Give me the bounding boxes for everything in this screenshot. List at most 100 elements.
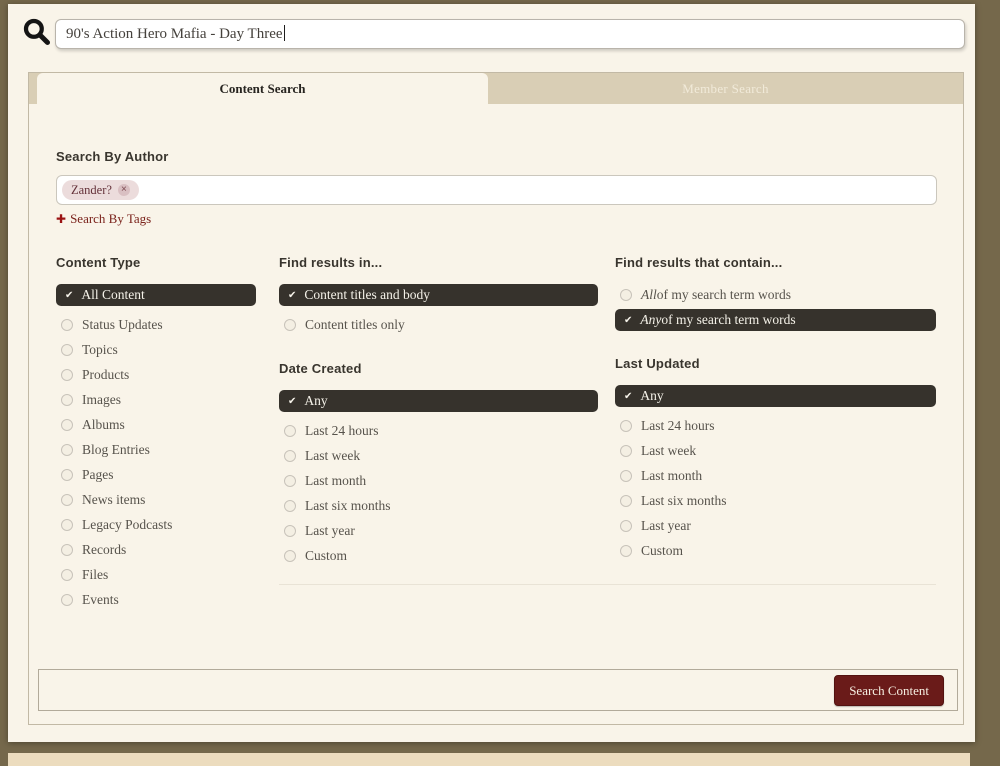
filter-option[interactable]: ✔Images bbox=[56, 389, 256, 411]
search-by-author-label: Search By Author bbox=[56, 149, 936, 164]
filter-option[interactable]: ✔Any of my search term words bbox=[615, 309, 936, 331]
author-input[interactable]: Zander? × bbox=[56, 175, 937, 205]
radio-icon bbox=[620, 520, 632, 532]
radio-icon bbox=[284, 319, 296, 331]
radio-icon bbox=[284, 450, 296, 462]
filter-option[interactable]: ✔Last year bbox=[615, 515, 936, 537]
contain-options: ✔All of my search term words ✔Any of my s… bbox=[615, 284, 936, 331]
filter-option[interactable]: ✔Albums bbox=[56, 414, 256, 436]
filter-group-date-created: Date Created ✔Any ✔Last 24 hours ✔Last wee… bbox=[279, 360, 598, 567]
search-icon bbox=[22, 17, 52, 47]
right-column: Find results that contain... ✔All of my … bbox=[615, 254, 936, 570]
filter-option[interactable]: ✔Last six months bbox=[279, 495, 598, 517]
section-divider bbox=[279, 584, 936, 585]
filter-option[interactable]: ✔Last month bbox=[615, 465, 936, 487]
tab-bar: Content Search Member Search bbox=[29, 73, 963, 104]
form-footer: Search Content bbox=[38, 669, 958, 711]
date-created-label: Date Created bbox=[279, 361, 362, 376]
author-tag[interactable]: Zander? × bbox=[62, 180, 139, 200]
search-input[interactable]: 90's Action Hero Mafia - Day Three bbox=[55, 19, 965, 49]
radio-icon bbox=[61, 419, 73, 431]
radio-icon bbox=[61, 444, 73, 456]
radio-icon bbox=[61, 369, 73, 381]
search-by-tags-link[interactable]: ✚ Search By Tags bbox=[56, 211, 936, 227]
check-icon: ✔ bbox=[624, 391, 632, 402]
check-icon: ✔ bbox=[624, 315, 632, 326]
radio-icon bbox=[620, 289, 632, 301]
filter-option[interactable]: ✔Last week bbox=[279, 445, 598, 467]
radio-icon bbox=[61, 469, 73, 481]
text-caret bbox=[284, 25, 285, 41]
filter-group-content-type: Content Type ✔All Content ✔Status Updates… bbox=[56, 254, 256, 614]
radio-icon bbox=[620, 420, 632, 432]
radio-icon bbox=[620, 470, 632, 482]
filter-option[interactable]: ✔Last week bbox=[615, 440, 936, 462]
check-icon: ✔ bbox=[65, 290, 73, 301]
filter-option[interactable]: ✔Any bbox=[279, 390, 598, 412]
filter-option[interactable]: ✔Status Updates bbox=[56, 314, 256, 336]
search-overlay: 90's Action Hero Mafia - Day Three Conte… bbox=[8, 4, 975, 742]
radio-icon bbox=[61, 319, 73, 331]
filter-option[interactable]: ✔Last 24 hours bbox=[279, 420, 598, 442]
tab-member-search[interactable]: Member Search bbox=[488, 73, 963, 104]
right-columns: Find results in... ✔Content titles and b… bbox=[279, 254, 936, 614]
filter-option[interactable]: ✔Custom bbox=[279, 545, 598, 567]
radio-icon bbox=[284, 525, 296, 537]
filter-option[interactable]: ✔Pages bbox=[56, 464, 256, 486]
author-tag-text: Zander? bbox=[71, 183, 112, 198]
page-background-strip bbox=[8, 753, 970, 766]
filter-option[interactable]: ✔Content titles and body bbox=[279, 284, 598, 306]
tab-spacer bbox=[29, 73, 37, 104]
filter-columns: Content Type ✔All Content ✔Status Updates… bbox=[56, 254, 936, 614]
filter-group-last-updated: Last Updated ✔Any ✔Last 24 hours ✔Last wee… bbox=[615, 355, 936, 562]
radio-icon bbox=[61, 344, 73, 356]
find-in-options: ✔Content titles and body ✔Content titles … bbox=[279, 284, 598, 336]
filter-option[interactable]: ✔Last month bbox=[279, 470, 598, 492]
check-icon: ✔ bbox=[288, 396, 296, 407]
remove-tag-icon[interactable]: × bbox=[118, 184, 130, 196]
filter-group-contain: Find results that contain... ✔All of my … bbox=[615, 254, 936, 331]
filter-group-find-in: Find results in... ✔Content titles and b… bbox=[279, 254, 598, 336]
filter-option[interactable]: ✔Any bbox=[615, 385, 936, 407]
radio-icon bbox=[284, 550, 296, 562]
contain-label: Find results that contain... bbox=[615, 255, 782, 270]
filter-option[interactable]: ✔Events bbox=[56, 589, 256, 611]
filter-option[interactable]: ✔Blog Entries bbox=[56, 439, 256, 461]
filter-option[interactable]: ✔All Content bbox=[56, 284, 256, 306]
content-type-label: Content Type bbox=[56, 255, 141, 270]
radio-icon bbox=[620, 445, 632, 457]
middle-column: Find results in... ✔Content titles and b… bbox=[279, 254, 598, 570]
filter-option[interactable]: ✔Topics bbox=[56, 339, 256, 361]
radio-icon bbox=[620, 545, 632, 557]
filter-option[interactable]: ✔News items bbox=[56, 489, 256, 511]
radio-icon bbox=[284, 475, 296, 487]
filter-option[interactable]: ✔Last six months bbox=[615, 490, 936, 512]
content-search-form: Search By Author Zander? × ✚ Search By Ta… bbox=[29, 104, 963, 614]
filter-option[interactable]: ✔Records bbox=[56, 539, 256, 561]
search-by-tags-label: Search By Tags bbox=[70, 211, 151, 226]
check-icon: ✔ bbox=[288, 290, 296, 301]
search-input-value: 90's Action Hero Mafia - Day Three bbox=[66, 26, 283, 42]
tab-content-search[interactable]: Content Search bbox=[37, 73, 488, 104]
filter-option[interactable]: ✔Files bbox=[56, 564, 256, 586]
radio-icon bbox=[61, 494, 73, 506]
filter-option[interactable]: ✔Last year bbox=[279, 520, 598, 542]
filter-option[interactable]: ✔Custom bbox=[615, 540, 936, 562]
plus-icon: ✚ bbox=[56, 212, 66, 226]
radio-icon bbox=[61, 569, 73, 581]
search-panel: Content Search Member Search Search By A… bbox=[28, 72, 964, 725]
radio-icon bbox=[284, 425, 296, 437]
global-search-row: 90's Action Hero Mafia - Day Three bbox=[8, 4, 975, 64]
filter-option[interactable]: ✔Content titles only bbox=[279, 314, 598, 336]
date-created-options: ✔Any ✔Last 24 hours ✔Last week ✔Last month ✔… bbox=[279, 390, 598, 567]
filter-option[interactable]: ✔Products bbox=[56, 364, 256, 386]
radio-icon bbox=[61, 519, 73, 531]
find-in-label: Find results in... bbox=[279, 255, 382, 270]
content-type-options: ✔All Content ✔Status Updates ✔Topics ✔Produ… bbox=[56, 284, 256, 611]
search-content-button[interactable]: Search Content bbox=[834, 675, 944, 706]
filter-option[interactable]: ✔Last 24 hours bbox=[615, 415, 936, 437]
filter-option[interactable]: ✔All of my search term words bbox=[615, 284, 936, 306]
radio-icon bbox=[61, 394, 73, 406]
last-updated-label: Last Updated bbox=[615, 356, 700, 371]
filter-option[interactable]: ✔Legacy Podcasts bbox=[56, 514, 256, 536]
